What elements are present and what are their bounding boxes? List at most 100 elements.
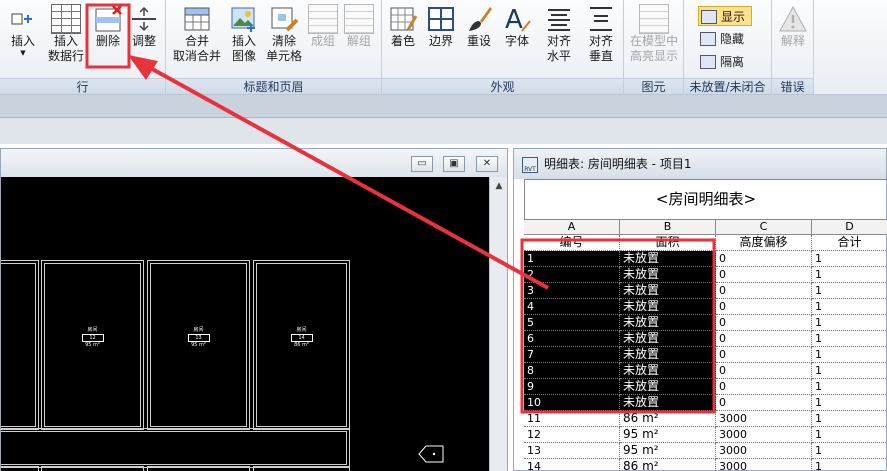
room-outline[interactable]: 房间 12 95 m²	[41, 260, 144, 430]
column-letter[interactable]: A	[524, 220, 620, 235]
schedule-cell-area[interactable]: 未放置	[620, 331, 716, 347]
room-outline[interactable]	[1, 466, 39, 471]
schedule-cell-count[interactable]: 1	[812, 459, 887, 471]
schedule-cell-area[interactable]: 86 m²	[620, 411, 716, 427]
borders-button[interactable]: 边界	[424, 2, 458, 49]
minimize-button[interactable]: ▭	[411, 156, 433, 172]
schedule-cell-offset[interactable]: 3000	[716, 459, 812, 471]
schedule-cell-num[interactable]: 3	[524, 283, 620, 299]
vertical-scrollbar[interactable]: ▲	[489, 177, 507, 471]
schedule-cell-offset[interactable]: 0	[716, 251, 812, 267]
column-header[interactable]: 高度偏移	[716, 235, 812, 251]
explain-button[interactable]: 解释	[774, 2, 812, 49]
schedule-cell-area[interactable]: 86 m²	[620, 459, 716, 471]
elevation-marker-icon[interactable]	[418, 445, 444, 463]
schedule-cell-area[interactable]: 未放置	[620, 251, 716, 267]
schedule-cell-num[interactable]: 13	[524, 443, 620, 459]
corridor-outline[interactable]	[1, 428, 350, 468]
align-vertical-button[interactable]: 对齐 垂直	[582, 2, 620, 64]
column-letter[interactable]: C	[716, 220, 812, 235]
schedule-cell-count[interactable]: 1	[812, 411, 887, 427]
schedule-cell-offset[interactable]: 3000	[716, 427, 812, 443]
schedule-cell-offset[interactable]: 0	[716, 283, 812, 299]
schedule-cell-offset[interactable]: 0	[716, 299, 812, 315]
room-tag[interactable]: 房间 12 95 m²	[42, 327, 143, 349]
schedule-cell-num[interactable]: 14	[524, 459, 620, 471]
schedule-cell-offset[interactable]: 3000	[716, 411, 812, 427]
column-header[interactable]: 编号	[524, 235, 620, 251]
schedule-cell-area[interactable]: 未放置	[620, 315, 716, 331]
schedule-cell-area[interactable]: 未放置	[620, 395, 716, 411]
group-button[interactable]: 成组	[306, 2, 340, 49]
align-horizontal-button[interactable]: 对齐 水平	[540, 2, 578, 64]
scroll-up-arrow-icon[interactable]: ▲	[493, 181, 505, 191]
schedule-cell-count[interactable]: 1	[812, 363, 887, 379]
show-button[interactable]: 显示	[698, 6, 752, 26]
reset-button[interactable]: 重设	[462, 2, 496, 49]
schedule-cell-offset[interactable]: 0	[716, 315, 812, 331]
schedule-cell-num[interactable]: 1	[524, 251, 620, 267]
schedule-cell-area[interactable]: 95 m²	[620, 443, 716, 459]
schedule-cell-area[interactable]: 未放置	[620, 267, 716, 283]
font-button[interactable]: A 字体	[500, 2, 534, 49]
schedule-cell-offset[interactable]: 0	[716, 363, 812, 379]
schedule-cell-area[interactable]: 未放置	[620, 379, 716, 395]
insert-image-button[interactable]: 插入 图像	[226, 2, 262, 64]
clear-cell-button[interactable]: 清除 单元格	[264, 2, 304, 64]
column-header[interactable]: 合计	[812, 235, 887, 251]
schedule-cell-count[interactable]: 1	[812, 395, 887, 411]
schedule-cell-count[interactable]: 1	[812, 315, 887, 331]
room-outline[interactable]	[1, 260, 39, 430]
room-outline[interactable]	[41, 466, 144, 471]
close-button[interactable]: ✕	[476, 156, 498, 172]
restore-button[interactable]: ▣	[443, 156, 465, 172]
schedule-cell-count[interactable]: 1	[812, 443, 887, 459]
schedule-cell-offset[interactable]: 0	[716, 395, 812, 411]
schedule-cell-num[interactable]: 10	[524, 395, 620, 411]
insert-button[interactable]: 插入 ▼	[4, 2, 42, 57]
schedule-cell-count[interactable]: 1	[812, 283, 887, 299]
schedule-heading[interactable]: <房间明细表>	[524, 179, 887, 220]
schedule-cell-count[interactable]: 1	[812, 331, 887, 347]
room-tag[interactable]: 房间 13 95 m²	[148, 327, 249, 349]
schedule-cell-count[interactable]: 1	[812, 299, 887, 315]
schedule-cell-num[interactable]: 2	[524, 267, 620, 283]
schedule-cell-num[interactable]: 12	[524, 427, 620, 443]
room-outline[interactable]	[253, 466, 350, 471]
schedule-cell-offset[interactable]: 0	[716, 379, 812, 395]
schedule-cell-num[interactable]: 7	[524, 347, 620, 363]
insert-data-row-button[interactable]: 插入 数据行	[44, 2, 88, 64]
schedule-cell-offset[interactable]: 3000	[716, 443, 812, 459]
merge-unmerge-button[interactable]: 合并 取消合并	[170, 2, 224, 64]
schedule-cell-area[interactable]: 95 m²	[620, 427, 716, 443]
shading-button[interactable]: 着色	[386, 2, 420, 49]
schedule-cell-num[interactable]: 6	[524, 331, 620, 347]
delete-row-button[interactable]: 删除	[90, 2, 126, 49]
column-letter[interactable]: D	[812, 220, 887, 235]
room-outline[interactable]: 房间 13 95 m²	[147, 260, 250, 430]
schedule-cell-count[interactable]: 1	[812, 427, 887, 443]
ungroup-button[interactable]: 解组	[342, 2, 376, 49]
schedule-cell-num[interactable]: 9	[524, 379, 620, 395]
schedule-cell-num[interactable]: 4	[524, 299, 620, 315]
schedule-cell-num[interactable]: 8	[524, 363, 620, 379]
schedule-cell-offset[interactable]: 0	[716, 331, 812, 347]
schedule-cell-area[interactable]: 未放置	[620, 283, 716, 299]
adjust-button[interactable]: 调整	[128, 2, 160, 49]
schedule-cell-num[interactable]: 5	[524, 315, 620, 331]
schedule-cell-offset[interactable]: 0	[716, 267, 812, 283]
insert-dropdown-icon[interactable]: ▼	[4, 49, 42, 57]
schedule-cell-num[interactable]: 11	[524, 411, 620, 427]
room-outline[interactable]: 房间 14 86 m²	[253, 260, 350, 430]
schedule-cell-area[interactable]: 未放置	[620, 347, 716, 363]
hide-button[interactable]: 隐藏	[698, 29, 752, 49]
schedule-cell-count[interactable]: 1	[812, 251, 887, 267]
isolate-button[interactable]: 隔离	[698, 52, 752, 72]
drawing-canvas[interactable]: 房间 12 95 m² 房间 13 95 m² 房间 14 86 m²	[1, 177, 489, 471]
room-tag[interactable]: 房间 14 86 m²	[254, 327, 349, 349]
room-outline[interactable]	[147, 466, 250, 471]
schedule-cell-count[interactable]: 1	[812, 379, 887, 395]
column-header[interactable]: 面积	[620, 235, 716, 251]
schedule-cell-offset[interactable]: 0	[716, 347, 812, 363]
highlight-in-model-button[interactable]: 在模型中 高亮显示	[626, 2, 682, 64]
